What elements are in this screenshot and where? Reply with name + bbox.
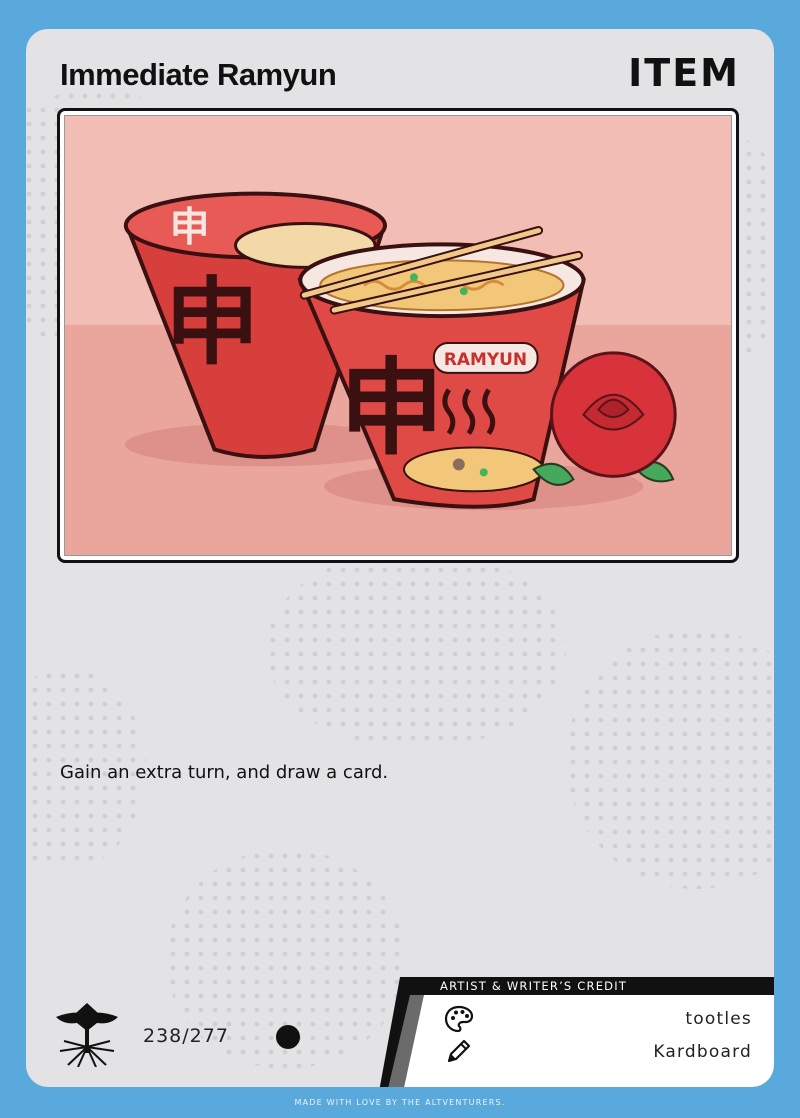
palette-icon xyxy=(444,1005,474,1033)
art-frame: 申 申 申 RAMYUN xyxy=(57,108,739,563)
pencil-icon xyxy=(447,1039,471,1063)
writer-name: Kardboard xyxy=(653,1042,752,1062)
card-title: Immediate Ramyun xyxy=(60,57,337,92)
card-artwork: 申 申 申 RAMYUN xyxy=(64,115,732,556)
credit-panel xyxy=(379,977,774,1087)
collector-number: 238/277 xyxy=(143,1025,229,1047)
svg-text:申: 申 xyxy=(170,204,210,250)
card-type: ITEM xyxy=(628,51,740,95)
artist-name: tootles xyxy=(685,1009,752,1029)
svg-text:RAMYUN: RAMYUN xyxy=(444,349,527,369)
rarity-dot-icon xyxy=(276,1025,300,1049)
svg-text:申: 申 xyxy=(339,348,444,470)
credit-header: ARTIST & WRITER’S CREDIT xyxy=(440,979,628,993)
game-card: Immediate Ramyun ITEM 申 申 申 RAMYUN Gain … xyxy=(26,29,774,1087)
svg-text:申: 申 xyxy=(165,268,260,378)
altventurers-logo-icon xyxy=(56,1003,118,1067)
rules-text: Gain an extra turn, and draw a card. xyxy=(60,762,389,783)
footer-credit: MADE WITH LOVE BY THE ALTVENTURERS. xyxy=(294,1098,506,1107)
halftone-pattern xyxy=(566,629,774,889)
halftone-pattern xyxy=(266,549,566,749)
